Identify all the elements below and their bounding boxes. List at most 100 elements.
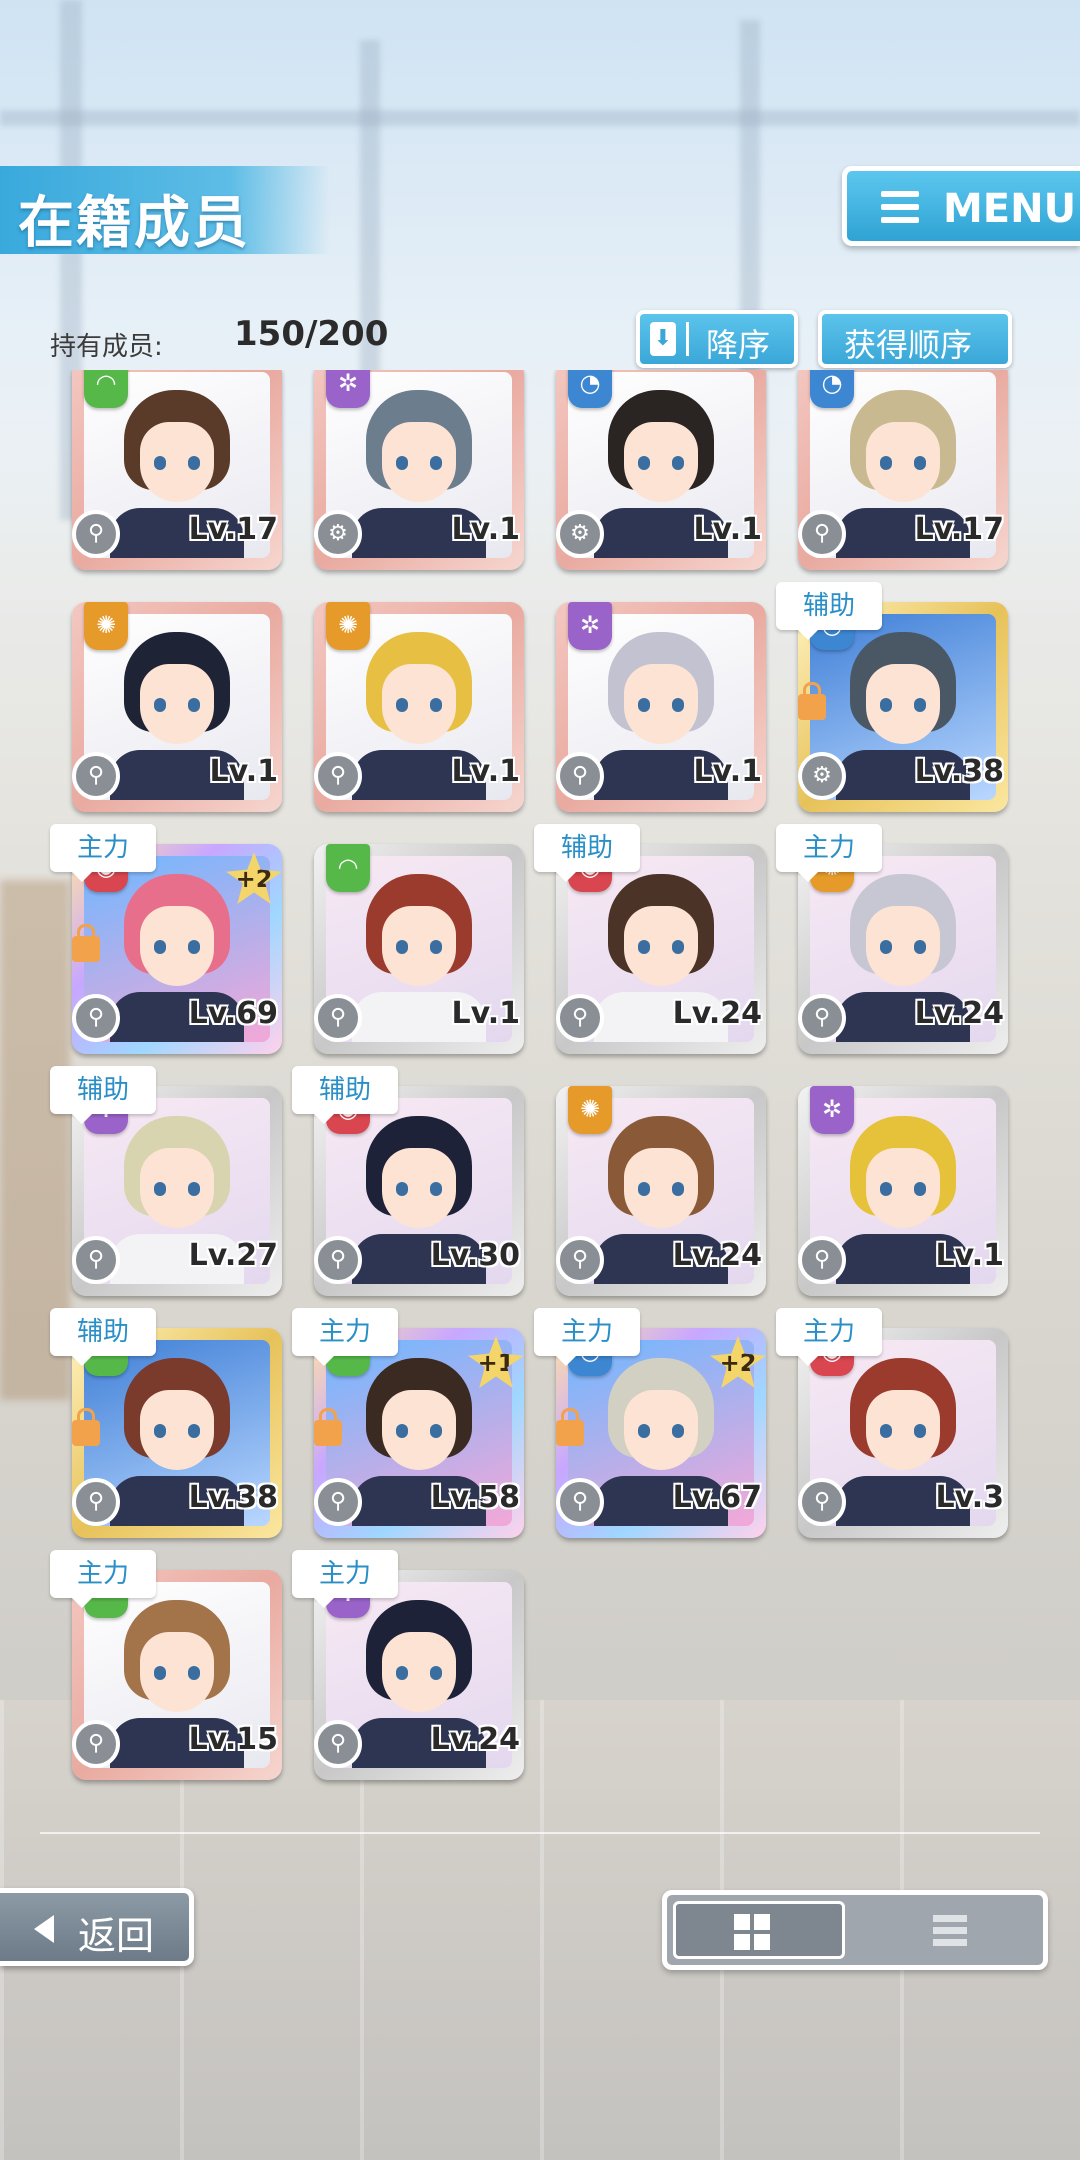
menu-label: MENU	[943, 186, 1077, 232]
weapon-type-icon: ⚲	[72, 1720, 120, 1768]
weapon-type-icon: ⚲	[72, 994, 120, 1042]
purple-attribute-icon: ✲	[326, 370, 370, 408]
level-label: Lv.1	[451, 512, 521, 547]
level-label: Lv.24	[672, 1238, 762, 1273]
level-label: Lv.17	[188, 512, 278, 547]
member-card[interactable]: ◠⚲Lv.58+1主力	[292, 1308, 524, 1538]
level-label: Lv.3	[935, 1480, 1005, 1515]
member-card[interactable]: ✲ ⚲ Lv.1	[798, 1086, 1008, 1296]
member-card[interactable]: ✺⚲Lv.24主力	[776, 824, 1008, 1054]
weapon-type-icon: ⚙	[798, 752, 846, 800]
purple-attribute-icon: ✲	[810, 1086, 854, 1134]
role-tag: 辅助	[534, 824, 640, 882]
role-tag: 辅助	[50, 1066, 156, 1124]
weapon-type-icon: ⚲	[556, 1236, 604, 1284]
lock-icon	[314, 1408, 342, 1446]
level-label: Lv.1	[209, 754, 279, 789]
level-label: Lv.24	[430, 1722, 520, 1757]
background-window-frame	[0, 110, 1080, 126]
member-card[interactable]: ✲ ⚲ Lv.1	[556, 602, 766, 812]
role-tag: 辅助	[292, 1066, 398, 1124]
weapon-type-icon: ⚲	[314, 1236, 362, 1284]
view-toggle	[662, 1890, 1048, 1970]
member-card[interactable]: ◉⚲Lv.69+2主力	[50, 824, 282, 1054]
member-card-grid[interactable]: ◠ ⚲ Lv.17 ✲ ⚙ Lv.1 ◔ ⚙ Lv.1 ◔ ⚲ Lv.17 ✺ ⚲ Lv.1 ✺ ⚲ Lv.1 ✲ ⚲…	[0, 370, 1080, 1830]
sort-direction-label: 降序	[706, 326, 771, 364]
member-card[interactable]: ✲ ⚙ Lv.1	[314, 370, 524, 570]
divider	[40, 1832, 1040, 1834]
weapon-type-icon: ⚲	[72, 1236, 120, 1284]
member-card[interactable]: ◔⚙Lv.38辅助	[776, 582, 1008, 812]
member-card[interactable]: ◔ ⚙ Lv.1	[556, 370, 766, 570]
level-label: Lv.69	[188, 996, 278, 1031]
level-label: Lv.30	[430, 1238, 520, 1273]
role-tag: 主力	[292, 1308, 398, 1366]
member-card[interactable]: ✲⚲Lv.27辅助	[50, 1066, 282, 1296]
sort-direction-button[interactable]: ⬇ 降序	[636, 310, 798, 368]
grid-view-button[interactable]	[673, 1901, 845, 1959]
weapon-type-icon: ⚙	[556, 510, 604, 558]
member-card[interactable]: ✺ ⚲ Lv.1	[314, 602, 524, 812]
green-attribute-icon: ◠	[326, 844, 370, 892]
member-card[interactable]: ✲⚲Lv.24主力	[292, 1550, 524, 1780]
level-label: Lv.1	[693, 754, 763, 789]
orange-attribute-icon: ✺	[326, 602, 370, 650]
weapon-type-icon: ⚲	[556, 994, 604, 1042]
member-card[interactable]: ◠⚲Lv.15主力	[50, 1550, 282, 1780]
level-label: Lv.1	[935, 1238, 1005, 1273]
member-count-label: 持有成员:	[50, 332, 163, 362]
member-card[interactable]: ◔⚲Lv.67+2主力	[534, 1308, 766, 1538]
weapon-type-icon: ⚲	[314, 1478, 362, 1526]
page-title-plate: 在籍成员	[0, 166, 330, 256]
lock-icon	[798, 682, 826, 720]
role-tag: 主力	[50, 824, 156, 882]
role-tag: 主力	[50, 1550, 156, 1608]
menu-button[interactable]: MENU	[842, 166, 1080, 246]
weapon-type-icon: ⚲	[72, 510, 120, 558]
level-label: Lv.24	[914, 996, 1004, 1031]
weapon-type-icon: ⚲	[798, 994, 846, 1042]
member-card[interactable]: ◉⚲Lv.24辅助	[534, 824, 766, 1054]
green-attribute-icon: ◠	[84, 370, 128, 408]
weapon-type-icon: ⚲	[72, 752, 120, 800]
orange-attribute-icon: ✺	[84, 602, 128, 650]
hamburger-icon	[881, 191, 919, 230]
orange-attribute-icon: ✺	[568, 1086, 612, 1134]
member-card[interactable]: ◉⚲Lv.30辅助	[292, 1066, 524, 1296]
member-card[interactable]: ◠ ⚲ Lv.17	[72, 370, 282, 570]
weapon-type-icon: ⚲	[798, 510, 846, 558]
weapon-type-icon: ⚲	[798, 1236, 846, 1284]
blue-attribute-icon: ◔	[568, 370, 612, 408]
weapon-type-icon: ⚲	[798, 1478, 846, 1526]
level-label: Lv.58	[430, 1480, 520, 1515]
sort-arrow-icon: ⬇	[650, 322, 676, 356]
level-label: Lv.1	[451, 754, 521, 789]
weapon-type-icon: ⚲	[556, 1478, 604, 1526]
level-label: Lv.38	[188, 1480, 278, 1515]
role-tag: 辅助	[776, 582, 882, 640]
weapon-type-icon: ⚲	[556, 752, 604, 800]
member-card[interactable]: ✺ ⚲ Lv.1	[72, 602, 282, 812]
member-card[interactable]: ✺ ⚲ Lv.24	[556, 1086, 766, 1296]
level-label: Lv.1	[451, 996, 521, 1031]
back-arrow-icon	[34, 1915, 54, 1943]
weapon-type-icon: ⚲	[314, 1720, 362, 1768]
member-card[interactable]: ◔ ⚲ Lv.17	[798, 370, 1008, 570]
member-card[interactable]: ◉⚲Lv.3主力	[776, 1308, 1008, 1538]
list-view-button[interactable]	[863, 1901, 1035, 1959]
level-label: Lv.24	[672, 996, 762, 1031]
back-label: 返回	[78, 1914, 155, 1958]
sort-order-button[interactable]: 获得顺序	[818, 310, 1012, 368]
blue-attribute-icon: ◔	[810, 370, 854, 408]
page-title: 在籍成员	[18, 191, 250, 256]
member-card[interactable]: ◠⚲Lv.38辅助	[50, 1308, 282, 1538]
level-label: Lv.38	[914, 754, 1004, 789]
lock-icon	[72, 924, 100, 962]
purple-attribute-icon: ✲	[568, 602, 612, 650]
member-card[interactable]: ◠ ⚲ Lv.1	[314, 844, 524, 1054]
back-button[interactable]: 返回	[0, 1888, 194, 1966]
role-tag: 主力	[776, 824, 882, 882]
weapon-type-icon: ⚲	[72, 1478, 120, 1526]
level-label: Lv.15	[188, 1722, 278, 1757]
role-tag: 主力	[292, 1550, 398, 1608]
